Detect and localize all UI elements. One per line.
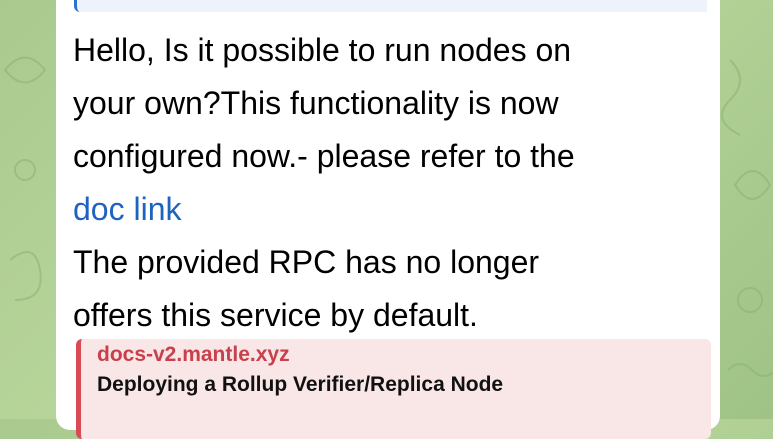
- link-preview-site: docs-v2.mantle.xyz: [97, 343, 290, 366]
- wallpaper-doodle-leaf-icon: [733, 170, 772, 200]
- link-preview-title: Deploying a Rollup Verifier/Replica Node: [97, 373, 504, 396]
- reply-quote-stub: [74, 0, 707, 12]
- wallpaper-doodle-circle-icon: [14, 159, 36, 181]
- wallpaper-doodle-swirl-icon: [9, 251, 42, 301]
- message-line: Hello, Is it possible to run nodes on: [73, 32, 572, 68]
- wallpaper-doodle-circle-icon: [737, 287, 763, 313]
- wallpaper-doodle-wave-icon: [727, 363, 773, 377]
- message-line: The provided RPC has no longer: [73, 244, 540, 280]
- doc-link[interactable]: doc link: [73, 191, 182, 227]
- link-preview-card[interactable]: docs-v2.mantle.xyz Deploying a Rollup Ve…: [76, 339, 711, 439]
- wallpaper-doodle-leaf-icon: [3, 56, 47, 84]
- message-text: Hello, Is it possible to run nodes on yo…: [73, 24, 693, 342]
- message-line: doc link: [73, 183, 693, 236]
- message-line: configured now.- please refer to the: [73, 138, 575, 174]
- message-line: offers this service by default.: [73, 297, 478, 333]
- wallpaper-doodle-swirl-icon: [721, 59, 741, 136]
- message-line: your own?This functionality is now: [73, 85, 559, 121]
